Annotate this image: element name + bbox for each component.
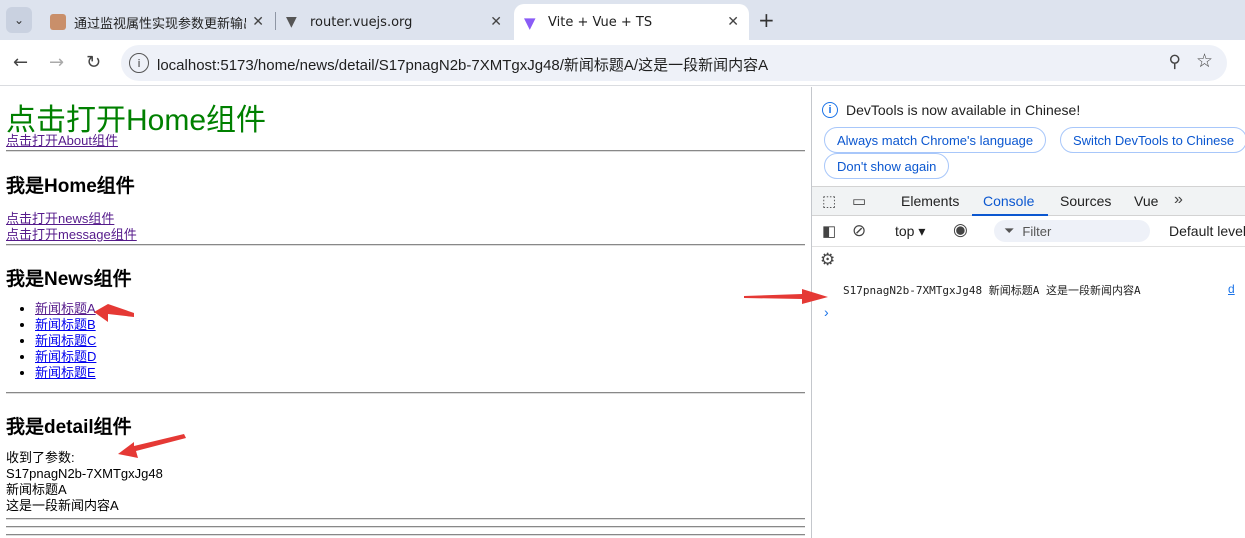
tab-strip: ⌄ 通过监视属性实现参数更新输出 ✕ ▼ router.vuejs.org ✕ … <box>0 0 1245 40</box>
active-tab-indicator <box>972 214 1048 216</box>
news-item-link[interactable]: 新闻标题E <box>35 365 96 380</box>
about-link[interactable]: 点击打开About组件 <box>6 130 118 149</box>
device-toolbar-icon[interactable]: ▭ <box>852 192 866 210</box>
divider <box>6 534 805 536</box>
list-item: 新闻标题D <box>35 349 96 365</box>
switch-chinese-button[interactable]: Switch DevTools to Chinese <box>1060 127 1245 153</box>
inspect-element-icon[interactable]: ⬚ <box>822 192 836 210</box>
tab-search-button[interactable]: ⌄ <box>6 7 32 33</box>
tab-sources[interactable]: Sources <box>1060 193 1111 209</box>
divider <box>6 392 805 394</box>
browser-tab-active[interactable]: ▼ Vite + Vue + TS ✕ <box>514 4 749 40</box>
news-list: 新闻标题A 新闻标题B 新闻标题C 新闻标题D 新闻标题E <box>20 301 96 381</box>
info-icon: i <box>822 102 838 118</box>
devtools-language-banner: DevTools is now available in Chinese! <box>846 102 1081 118</box>
divider <box>6 150 805 152</box>
console-log-message: S17pnagN2b-7XMTgxJg48 新闻标题A 这是一段新闻内容A <box>843 284 1141 297</box>
news-heading: 我是News组件 <box>6 269 132 290</box>
list-item: 新闻标题B <box>35 317 96 333</box>
url-text[interactable]: localhost:5173/home/news/detail/S17pnagN… <box>157 54 768 75</box>
tab-console[interactable]: Console <box>983 193 1034 209</box>
eye-icon[interactable]: ◉ <box>953 220 968 240</box>
console-filter-input[interactable]: ⏷ Filter <box>994 220 1150 242</box>
filter-icon: ⏷ <box>1004 223 1015 238</box>
dont-show-again-button[interactable]: Don't show again <box>824 153 950 179</box>
forward-arrow-icon[interactable]: → <box>49 52 64 73</box>
news-item-link[interactable]: 新闻标题C <box>35 333 96 348</box>
list-item: 新闻标题C <box>35 333 96 349</box>
home-heading: 我是Home组件 <box>6 176 135 197</box>
console-prompt-icon[interactable]: › <box>824 304 829 320</box>
back-arrow-icon[interactable]: ← <box>13 52 28 73</box>
match-language-button[interactable]: Always match Chrome's language <box>824 127 1047 153</box>
divider <box>6 518 805 520</box>
page-content: 点击打开Home组件 点击打开About组件 我是Home组件 点击打开news… <box>0 87 811 538</box>
detail-heading: 我是detail组件 <box>6 417 132 438</box>
message-link[interactable]: 点击打开message组件 <box>6 224 137 243</box>
filter-placeholder: Filter <box>1022 223 1052 239</box>
tab-close-icon[interactable]: ✕ <box>490 14 502 30</box>
browser-tab-2[interactable]: ▼ router.vuejs.org ✕ <box>276 4 512 40</box>
news-item-link[interactable]: 新闻标题A <box>35 301 96 316</box>
devtools-panel: i DevTools is now available in Chinese! … <box>811 87 1245 538</box>
browser-tab-1[interactable]: 通过监视属性实现参数更新输出 ✕ <box>40 4 274 40</box>
site-info-icon[interactable]: i <box>129 53 149 73</box>
param-content: 这是一段新闻内容A <box>6 498 119 513</box>
received-label: 收到了参数: <box>6 450 75 465</box>
zoom-icon[interactable]: ⚲ <box>1169 52 1181 72</box>
context-value: top <box>895 223 915 239</box>
news-item-link[interactable]: 新闻标题D <box>35 349 96 364</box>
divider <box>6 244 805 246</box>
console-log-source-link[interactable]: d <box>1228 282 1235 296</box>
param-title: 新闻标题A <box>6 482 67 497</box>
bookmark-star-icon[interactable]: ☆ <box>1196 50 1213 72</box>
tab-close-icon[interactable]: ✕ <box>727 14 739 30</box>
sidebar-toggle-icon[interactable]: ◧ <box>822 222 836 240</box>
tab-vue[interactable]: Vue <box>1134 193 1158 209</box>
tab-title: router.vuejs.org <box>310 14 413 30</box>
address-bar[interactable]: i localhost:5173/home/news/detail/S17pna… <box>121 45 1227 81</box>
list-item: 新闻标题A <box>35 301 96 317</box>
reload-icon[interactable]: ↻ <box>86 52 101 73</box>
vite-favicon-icon: ▼ <box>524 14 536 32</box>
tab-title: 通过监视属性实现参数更新输出 <box>74 16 246 32</box>
tab-favicon-icon <box>50 14 66 30</box>
tab-elements[interactable]: Elements <box>901 193 959 209</box>
tab-close-icon[interactable]: ✕ <box>252 14 264 30</box>
list-item: 新闻标题E <box>35 365 96 381</box>
news-item-link[interactable]: 新闻标题B <box>35 317 96 332</box>
console-settings-gear-icon[interactable]: ⚙ <box>820 250 835 270</box>
more-tabs-icon[interactable]: » <box>1174 191 1183 209</box>
param-id: S17pnagN2b-7XMTgxJg48 <box>6 466 163 481</box>
log-levels-dropdown[interactable]: Default levels <box>1169 223 1245 239</box>
vue-favicon-icon: ▼ <box>286 14 297 30</box>
divider <box>6 526 805 528</box>
context-selector[interactable]: top ▾ <box>895 223 925 240</box>
devtools-tab-bar: ⬚ ▭ Elements Console Sources Vue » <box>812 186 1245 216</box>
tab-title: Vite + Vue + TS <box>548 14 653 30</box>
clear-console-icon[interactable]: ⊘ <box>852 221 866 241</box>
new-tab-button[interactable]: + <box>758 8 775 32</box>
browser-toolbar: ← → ↻ i localhost:5173/home/news/detail/… <box>0 40 1245 86</box>
